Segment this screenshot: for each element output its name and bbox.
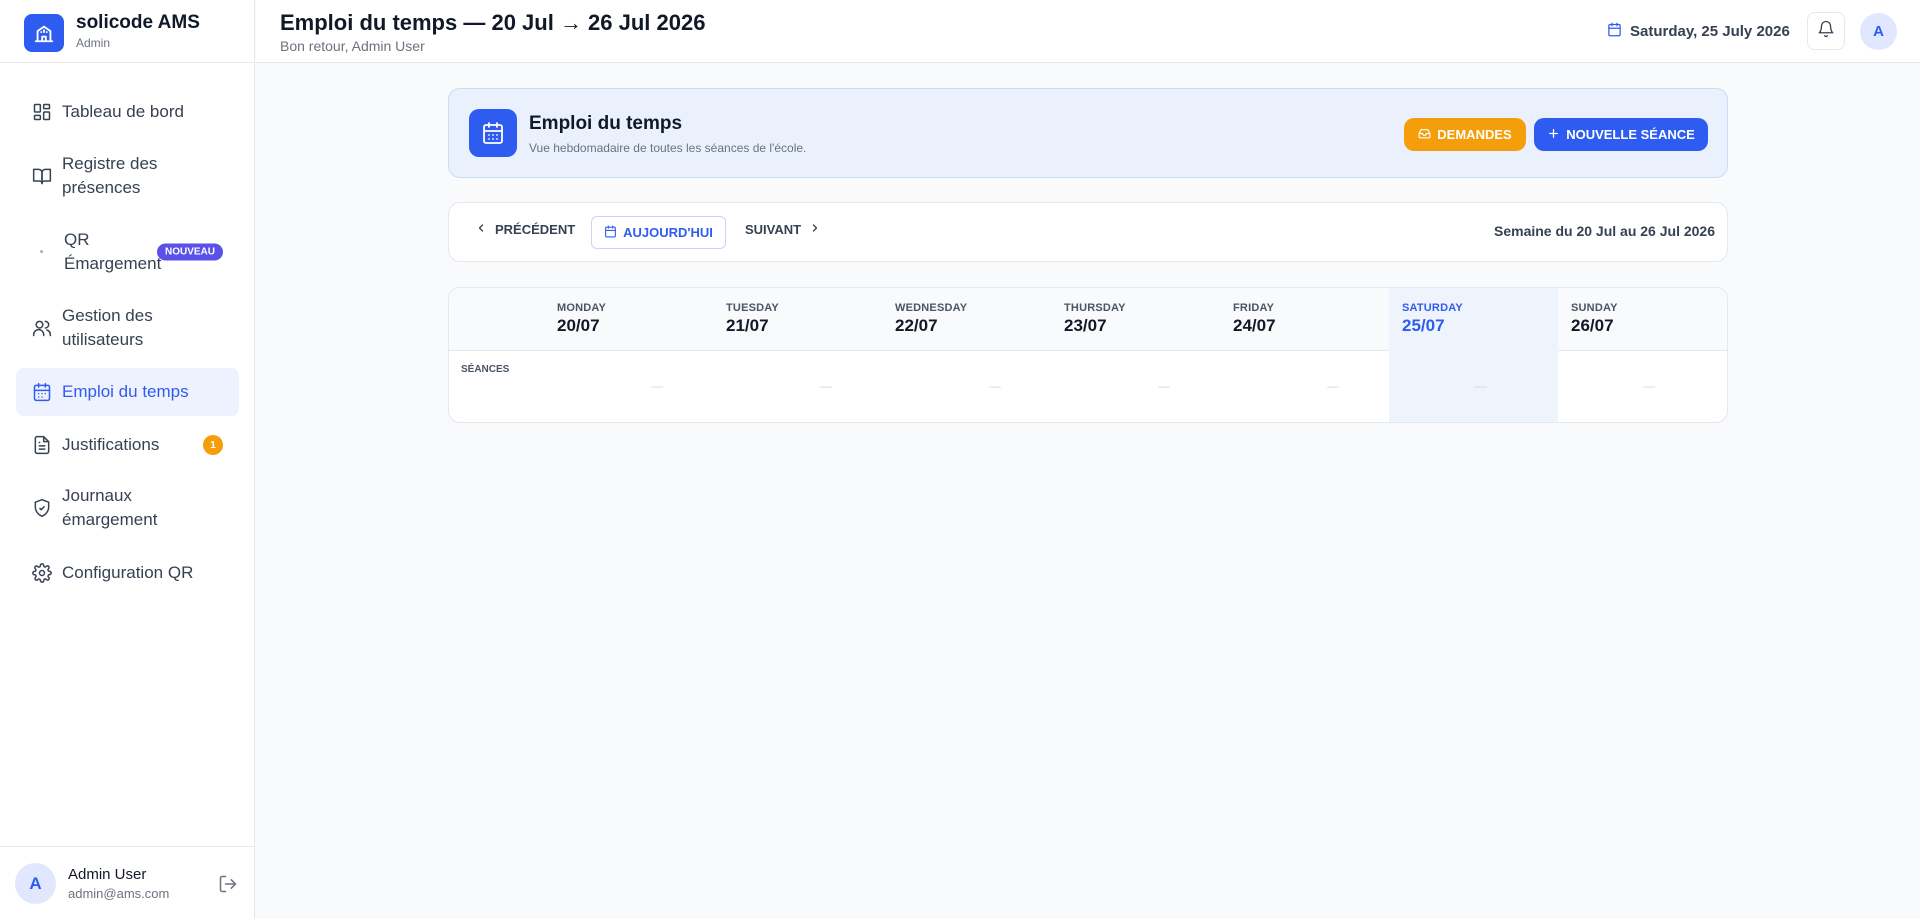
bell-icon — [1817, 20, 1835, 43]
empty-slot: — — [1158, 379, 1170, 393]
sidebar-item-label: Emploi du temps — [62, 382, 189, 401]
day-date: 25/07 — [1402, 316, 1445, 335]
calendar-icon — [32, 382, 52, 402]
day-column-tuesday[interactable]: TUESDAY 21/07 — — [726, 288, 895, 422]
sidebar-item-label: Registre des présences — [62, 154, 158, 197]
today-label: AUJOURD'HUI — [623, 225, 713, 240]
sidebar-item-emargement-logs[interactable]: Journaux émargement — [16, 484, 239, 532]
new-session-label: NOUVELLE SÉANCE — [1566, 127, 1695, 142]
sidebar-item-attendance-register[interactable]: Registre des présences — [16, 152, 239, 200]
empty-slot: — — [820, 379, 832, 393]
day-date: 20/07 — [557, 316, 600, 335]
sidebar-item-schedule[interactable]: Emploi du temps — [16, 368, 239, 416]
schedule-banner: Emploi du temps Vue hebdomadaire de tout… — [448, 88, 1728, 178]
day-date: 22/07 — [895, 316, 938, 335]
book-open-icon — [32, 166, 52, 186]
day-name: TUESDAY — [726, 302, 779, 314]
day-name: SATURDAY — [1402, 302, 1463, 314]
sidebar-item-users[interactable]: Gestion des utilisateurs — [16, 304, 239, 352]
day-date: 26/07 — [1571, 316, 1614, 335]
empty-slot: — — [1327, 379, 1339, 393]
day-column-saturday[interactable]: SATURDAY 25/07 — — [1389, 288, 1558, 422]
brand: solicode AMS Admin — [0, 0, 255, 63]
brand-role: Admin — [76, 36, 111, 50]
gear-icon — [32, 563, 52, 583]
sidebar-item-label: Gestion des utilisateurs — [62, 306, 153, 349]
day-column-thursday[interactable]: THURSDAY 23/07 — — [1064, 288, 1233, 422]
sidebar-item-dashboard[interactable]: Tableau de bord — [16, 93, 239, 131]
calendar-icon — [469, 109, 517, 157]
page-title: Emploi du temps — 20 Jul → 26 Jul 2026 — [280, 10, 706, 35]
topbar: Emploi du temps — 20 Jul → 26 Jul 2026 B… — [256, 0, 1920, 63]
sidebar-item-label: Tableau de bord — [62, 102, 184, 121]
user-name: Admin User — [68, 866, 147, 883]
sidebar: solicode AMS Admin Tableau de bord Regis… — [0, 0, 255, 919]
day-date: 24/07 — [1233, 316, 1276, 335]
logout-icon[interactable] — [218, 874, 238, 894]
day-name: FRIDAY — [1233, 302, 1275, 314]
new-session-button[interactable]: NOUVELLE SÉANCE — [1534, 118, 1708, 151]
shield-check-icon — [32, 498, 52, 518]
inbox-icon — [1418, 127, 1431, 143]
sidebar-item-label: Configuration QR — [62, 563, 194, 582]
brand-name: solicode AMS — [76, 12, 200, 33]
current-date: Saturday, 25 July 2026 — [1607, 22, 1790, 41]
next-week-button[interactable]: SUIVANT — [745, 222, 821, 237]
sidebar-item-qr-config[interactable]: Configuration QR — [16, 554, 239, 592]
chevron-left-icon — [475, 222, 487, 237]
day-date: 21/07 — [726, 316, 769, 335]
day-column-friday[interactable]: FRIDAY 24/07 — — [1233, 288, 1402, 422]
banner-subtitle: Vue hebdomadaire de toutes les séances d… — [529, 141, 807, 155]
today-button[interactable]: AUJOURD'HUI — [591, 216, 726, 249]
count-badge: 1 — [203, 435, 223, 455]
chevron-right-icon — [809, 222, 821, 237]
empty-slot: — — [1475, 379, 1487, 393]
avatar[interactable]: A — [1860, 13, 1897, 50]
calendar-icon — [604, 225, 617, 241]
seances-row-label: SÉANCES — [461, 364, 510, 375]
demandes-label: DEMANDES — [1437, 127, 1512, 142]
current-date-text: Saturday, 25 July 2026 — [1630, 23, 1790, 40]
previous-week-button[interactable]: PRÉCÉDENT — [475, 222, 575, 237]
empty-slot: — — [651, 379, 663, 393]
day-name: SUNDAY — [1571, 302, 1618, 314]
day-column-wednesday[interactable]: WEDNESDAY 22/07 — — [895, 288, 1064, 422]
qr-icon — [32, 242, 52, 262]
week-navigation: PRÉCÉDENT AUJOURD'HUI SUIVANT Semaine du… — [448, 202, 1728, 262]
sidebar-item-justifications[interactable]: Justifications 1 — [16, 426, 239, 464]
next-label: SUIVANT — [745, 222, 802, 237]
banner-title: Emploi du temps — [529, 113, 683, 134]
avatar[interactable]: A — [15, 863, 56, 904]
sidebar-item-label: QR Émargement — [64, 230, 162, 273]
school-logo-icon — [24, 14, 64, 52]
user-profile: A Admin User admin@ams.com — [0, 846, 255, 919]
day-name: WEDNESDAY — [895, 302, 968, 314]
users-icon — [32, 318, 52, 338]
demandes-button[interactable]: DEMANDES — [1404, 118, 1526, 151]
new-badge: NOUVEAU — [156, 243, 223, 261]
empty-slot: — — [1643, 379, 1655, 393]
week-range: Semaine du 20 Jul au 26 Jul 2026 — [1494, 223, 1715, 239]
day-column-monday[interactable]: MONDAY 20/07 — — [557, 288, 726, 422]
empty-slot: — — [989, 379, 1001, 393]
dashboard-icon — [32, 102, 52, 122]
previous-label: PRÉCÉDENT — [495, 222, 576, 237]
week-calendar: MONDAY 20/07 — TUESDAY 21/07 — WEDNESDAY… — [448, 287, 1728, 423]
day-name: MONDAY — [557, 302, 607, 314]
sidebar-item-label: Justifications — [62, 435, 160, 454]
day-column-sunday[interactable]: SUNDAY 26/07 — — [1571, 288, 1727, 422]
notifications-button[interactable] — [1807, 12, 1845, 50]
calendar-icon — [1607, 22, 1622, 41]
page-subtitle: Bon retour, Admin User — [280, 38, 425, 54]
day-name: THURSDAY — [1064, 302, 1126, 314]
sidebar-item-qr-emargement[interactable]: QR Émargement NOUVEAU — [16, 228, 239, 276]
day-date: 23/07 — [1064, 316, 1107, 335]
file-text-icon — [32, 435, 52, 455]
plus-icon — [1547, 127, 1560, 143]
sidebar-item-label: Journaux émargement — [62, 486, 158, 529]
user-email: admin@ams.com — [68, 886, 170, 901]
